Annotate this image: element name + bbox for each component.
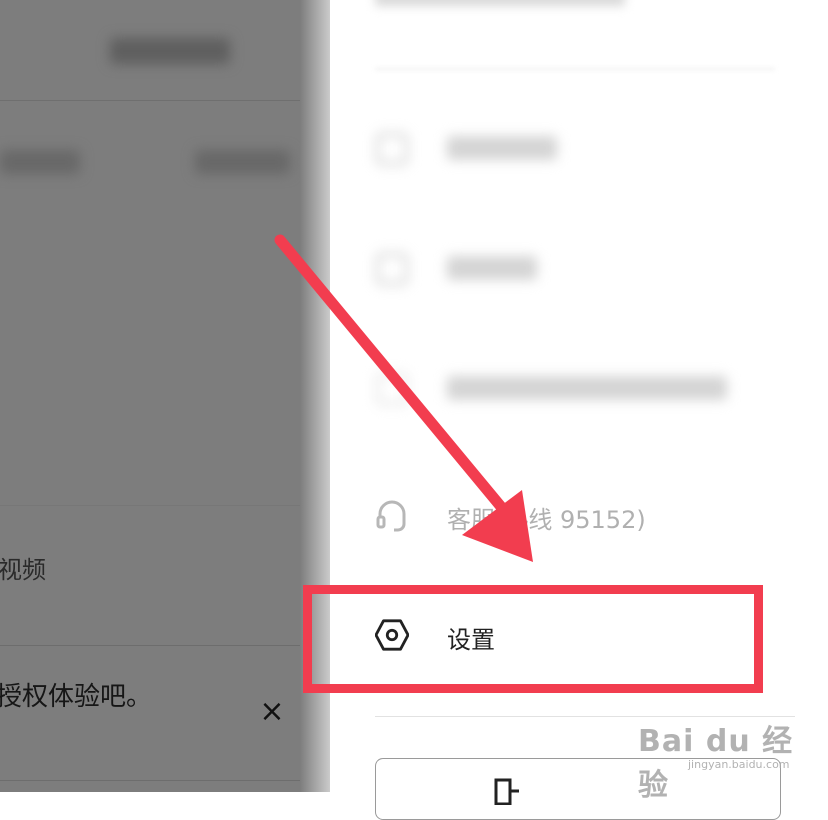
blurred-icon	[375, 132, 409, 166]
divider	[0, 505, 330, 506]
divider	[0, 100, 330, 101]
auth-prompt-text: 授权体验吧。	[0, 682, 153, 712]
blurred-tab	[195, 150, 290, 174]
watermark-sub: jingyan.baidu.com	[688, 758, 790, 771]
blurred-tab	[0, 150, 80, 174]
divider	[0, 780, 330, 781]
menu-item-blurred-3[interactable]	[375, 358, 795, 418]
headset-icon	[375, 498, 409, 532]
close-icon[interactable]: ×	[258, 697, 286, 727]
blurred-item	[375, 0, 625, 6]
menu-item-label: 客服(热线 95152)	[447, 506, 646, 534]
blurred-icon	[375, 372, 409, 406]
divider	[375, 68, 775, 70]
blurred-header	[110, 38, 230, 64]
menu-item-customer-service[interactable]: 客服(热线 95152)	[375, 484, 795, 544]
video-label: 视频	[0, 556, 46, 584]
background-page: 视频 授权体验吧。 ×	[0, 0, 330, 792]
blurred-icon	[375, 252, 409, 286]
highlight-box	[303, 585, 763, 693]
menu-item-blurred-1[interactable]	[375, 118, 795, 178]
divider	[0, 645, 330, 646]
menu-item-blurred-2[interactable]	[375, 238, 795, 298]
baidu-watermark: Bai du 经验 jingyan.baidu.com	[638, 706, 818, 803]
door-icon	[492, 777, 520, 806]
